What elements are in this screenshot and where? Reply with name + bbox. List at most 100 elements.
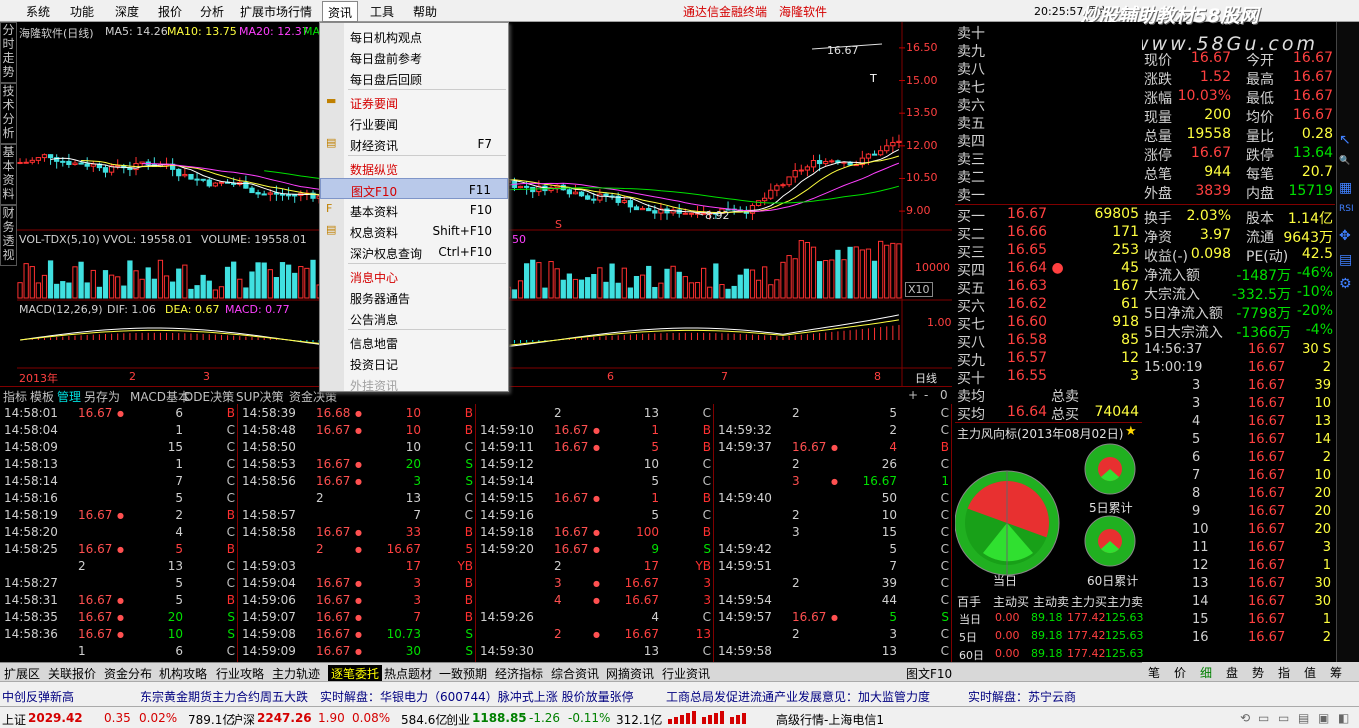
chart-tool-tab-3[interactable]: 另存为 — [84, 388, 120, 405]
main-force-pies — [955, 443, 1136, 576]
bottom-tab-2[interactable]: 资金分布 — [104, 665, 152, 682]
right-tab-4[interactable]: 势 — [1252, 664, 1264, 681]
menu-item-4[interactable]: ▬ 证券要闻 — [320, 91, 508, 112]
news-item-3[interactable]: 工商总局发促进流通产业发展意见：加大监管力度 — [666, 688, 930, 705]
tray-icon-4[interactable]: ▣ — [1318, 711, 1329, 725]
right-tab-0[interactable]: 笔 — [1148, 664, 1160, 681]
tick-volume: 1 — [651, 491, 659, 505]
menu-item-11[interactable]: ▤ 权息资料 Shift+F10 — [320, 220, 508, 241]
candle-body — [47, 154, 54, 159]
candle-body — [688, 212, 695, 215]
tray-icon-3[interactable]: ▤ — [1298, 711, 1309, 725]
menu-item-8[interactable]: 数据纵览 — [320, 157, 508, 178]
bottom-tab-6[interactable]: 逐笔委托 — [328, 665, 383, 682]
menu-item-14[interactable]: 消息中心 — [320, 265, 508, 286]
quote-cell: 0.098 — [1190, 246, 1231, 262]
chart-tool-tab-4[interactable]: MACD基本 — [130, 388, 190, 405]
menu-0[interactable]: 系统 — [26, 3, 50, 20]
news-item-2[interactable]: 实时解盘：华银电力（600744）脉冲式上涨 股价放量张停 — [320, 688, 634, 705]
news-item-1[interactable]: 东宗黄金期货主力合约周五大跌 — [140, 688, 308, 705]
bottom-tab-9[interactable]: 经济指标 — [495, 665, 543, 682]
right-tab-5[interactable]: 指 — [1278, 664, 1290, 681]
chart-tool-tab-0[interactable]: 指标 — [3, 388, 27, 405]
left-tab-0[interactable]: 分时走势 — [0, 22, 17, 83]
menu-item-5[interactable]: 行业要闻 — [320, 112, 508, 133]
menu-4[interactable]: 分析 — [200, 3, 224, 20]
ask-level: 卖九 — [957, 44, 985, 60]
bottom-tab-1[interactable]: 关联报价 — [48, 665, 96, 682]
chart-icon[interactable]: ▦ — [1339, 180, 1352, 196]
news-item-0[interactable]: 中创反弹新高 — [2, 688, 74, 705]
menu-1[interactable]: 功能 — [70, 3, 94, 20]
menu-7[interactable]: 工具 — [370, 3, 394, 20]
menu-item-18[interactable]: 信息地雷 — [320, 331, 508, 352]
chart-tool-tab-2[interactable]: 管理 — [57, 388, 81, 405]
right-tab-3[interactable]: 盘 — [1226, 664, 1238, 681]
right-tab-1[interactable]: 价 — [1174, 664, 1186, 681]
menu-item-2[interactable]: 每日盘后回顾 — [320, 67, 508, 88]
tuwen-f10-tab[interactable]: 图文F10 — [906, 665, 952, 682]
rsi-icon[interactable]: RSI — [1339, 204, 1354, 214]
right-tab-7[interactable]: 筹 — [1330, 664, 1342, 681]
volume-bar — [157, 259, 164, 299]
menu-3[interactable]: 报价 — [158, 3, 182, 20]
news-item-4[interactable]: 实时解盘：苏宁云商 — [968, 688, 1076, 705]
menu-item-19[interactable]: 投资日记 — [320, 352, 508, 373]
menu-8[interactable]: 帮助 — [413, 3, 437, 20]
tick-list-price: 16.67 — [1248, 558, 1286, 573]
left-tab-2[interactable]: 基本资料 — [0, 144, 17, 205]
chart-tool-tab-5[interactable]: DDE决策 — [184, 388, 234, 405]
left-tab-1[interactable]: 技术分析 — [0, 83, 17, 144]
menu-5[interactable]: 扩展市场行情 — [240, 3, 312, 20]
refresh-icon[interactable]: ⟲ — [1240, 711, 1250, 725]
menu-item-15[interactable]: 服务器通告 — [320, 286, 508, 307]
cursor-icon[interactable]: ↖ — [1339, 132, 1351, 148]
tick-flag: C — [940, 491, 949, 505]
tick-list-vol: 2 — [1322, 630, 1331, 645]
move-icon[interactable]: ✥ — [1339, 228, 1351, 244]
bottom-tab-3[interactable]: 机构攻略 — [159, 665, 207, 682]
calendar-icon[interactable]: ▤ — [1339, 252, 1352, 268]
volume-bar — [47, 260, 54, 299]
bid-volume: 3 — [1130, 368, 1139, 384]
tray-icon-2[interactable]: ▭ — [1278, 711, 1289, 725]
menu-item-6[interactable]: ▤ 财经资讯 F7 — [320, 133, 508, 154]
volume-bar — [731, 285, 737, 299]
tray-icon-5[interactable]: ◧ — [1338, 711, 1349, 725]
tick-row: 14:59:40 50 C — [714, 491, 951, 508]
bottom-tab-5[interactable]: 主力轨迹 — [272, 665, 320, 682]
right-tab-6[interactable]: 值 — [1304, 664, 1316, 681]
bottom-tab-7[interactable]: 热点题材 — [384, 665, 432, 682]
right-tab-2[interactable]: 细 — [1200, 664, 1212, 681]
volume-bar — [133, 270, 139, 299]
star-icon[interactable]: ★ — [1125, 424, 1137, 439]
chart-tool-tab-6[interactable]: SUP决策 — [236, 388, 284, 405]
zoom-icon[interactable]: 🔍 — [1339, 156, 1350, 166]
zoom-in-icon[interactable]: + — [908, 388, 918, 402]
menu-item-1[interactable]: 每日盘前参考 — [320, 46, 508, 67]
menu-item-9[interactable]: 图文F10 F11 — [320, 178, 508, 199]
promo-link-1[interactable]: 通达信金融终端 — [683, 3, 767, 20]
zoom-out-icon[interactable]: - — [924, 388, 928, 402]
period-label[interactable]: 日线 — [915, 370, 937, 386]
chart-tool-tab-1[interactable]: 模板 — [30, 388, 54, 405]
bottom-tab-4[interactable]: 行业攻略 — [216, 665, 264, 682]
bottom-tab-11[interactable]: 网摘资讯 — [606, 665, 654, 682]
bottom-tab-8[interactable]: 一致预期 — [439, 665, 487, 682]
tray-icon-1[interactable]: ▭ — [1258, 711, 1269, 725]
promo-link-2[interactable]: 海隆软件 — [779, 3, 827, 20]
menu-2[interactable]: 深度 — [115, 3, 139, 20]
bottom-tab-12[interactable]: 行业资讯 — [662, 665, 710, 682]
quote-cell: 涨幅 — [1144, 91, 1172, 107]
menu-item-10[interactable]: F 基本资料 F10 — [320, 199, 508, 220]
left-tab-3[interactable]: 财务透视 — [0, 205, 17, 266]
zoom-reset-icon[interactable]: 0 — [940, 388, 948, 402]
menu-item-0[interactable]: 每日机构观点 — [320, 25, 508, 46]
menu-item-12[interactable]: 深沪权息查询 Ctrl+F10 — [320, 241, 508, 262]
tick-flag: C — [226, 559, 235, 573]
bottom-tab-10[interactable]: 综合资讯 — [551, 665, 599, 682]
bottom-tab-0[interactable]: 扩展区 — [4, 665, 40, 682]
settings-icon[interactable]: ⚙ — [1339, 276, 1352, 292]
menu-item-16[interactable]: 公告消息 — [320, 307, 508, 328]
menu-6[interactable]: 资讯 — [322, 1, 359, 22]
